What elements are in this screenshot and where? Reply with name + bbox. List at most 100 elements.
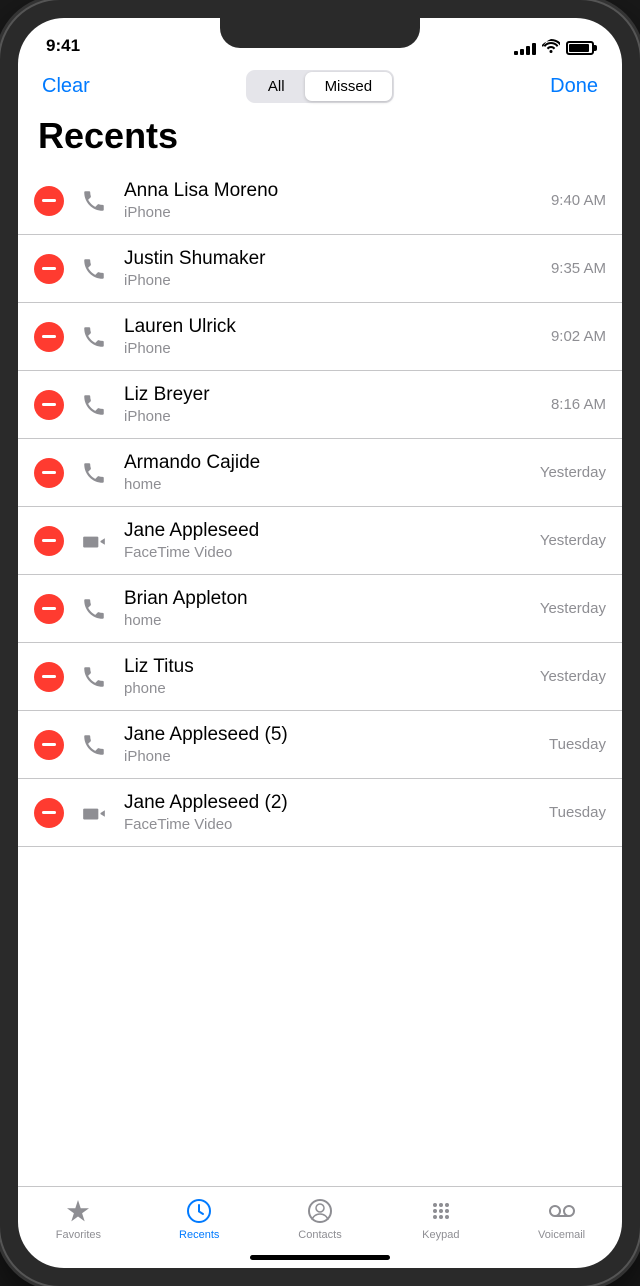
call-time: Yesterday [540, 464, 606, 481]
status-time: 9:41 [46, 36, 80, 56]
tab-voicemail-label: Voicemail [538, 1229, 585, 1241]
delete-button[interactable] [34, 254, 64, 284]
phone-icon [76, 251, 112, 287]
call-name: Justin Shumaker [124, 248, 551, 271]
call-info: Armando Cajide home [124, 452, 540, 494]
phone-icon [76, 659, 112, 695]
call-item: Lauren Ulrick iPhone 9:02 AM [18, 303, 622, 371]
call-info: Liz Titus phone [124, 656, 540, 698]
call-type: phone [124, 680, 540, 697]
person-circle-icon [306, 1197, 334, 1225]
call-type: iPhone [124, 340, 551, 357]
voicemail-icon [548, 1197, 576, 1225]
call-name: Anna Lisa Moreno [124, 180, 551, 203]
nav-bar: Clear All Missed Done [18, 62, 622, 111]
phone-icon [76, 727, 112, 763]
star-icon [64, 1197, 92, 1225]
done-button[interactable]: Done [550, 75, 598, 98]
call-info: Liz Breyer iPhone [124, 384, 551, 426]
call-type: iPhone [124, 748, 549, 765]
tab-favorites-label: Favorites [56, 1229, 101, 1241]
notch [220, 18, 420, 48]
tab-recents[interactable]: Recents [139, 1197, 260, 1241]
call-time: Yesterday [540, 532, 606, 549]
phone-icon [76, 387, 112, 423]
call-type: FaceTime Video [124, 816, 549, 833]
call-type: iPhone [124, 408, 551, 425]
call-name: Brian Appleton [124, 588, 540, 611]
call-name: Lauren Ulrick [124, 316, 551, 339]
tab-favorites[interactable]: Favorites [18, 1197, 139, 1241]
delete-button[interactable] [34, 390, 64, 420]
tab-keypad[interactable]: Keypad [380, 1197, 501, 1241]
tab-contacts-label: Contacts [298, 1229, 341, 1241]
call-name: Jane Appleseed (5) [124, 724, 549, 747]
call-item: Jane Appleseed FaceTime Video Yesterday [18, 507, 622, 575]
call-info: Lauren Ulrick iPhone [124, 316, 551, 358]
phone-icon [76, 319, 112, 355]
delete-button[interactable] [34, 730, 64, 760]
call-name: Armando Cajide [124, 452, 540, 475]
phone-icon [76, 455, 112, 491]
call-item: Liz Titus phone Yesterday [18, 643, 622, 711]
status-icons [514, 39, 594, 56]
call-list: Anna Lisa Moreno iPhone 9:40 AM Justin S… [18, 167, 622, 847]
call-time: Yesterday [540, 600, 606, 617]
call-info: Anna Lisa Moreno iPhone [124, 180, 551, 222]
tab-contacts[interactable]: Contacts [260, 1197, 381, 1241]
delete-button[interactable] [34, 322, 64, 352]
call-info: Justin Shumaker iPhone [124, 248, 551, 290]
segment-missed[interactable]: Missed [305, 72, 393, 101]
call-item: Anna Lisa Moreno iPhone 9:40 AM [18, 167, 622, 235]
call-item: Brian Appleton home Yesterday [18, 575, 622, 643]
clock-icon [185, 1197, 213, 1225]
delete-button[interactable] [34, 458, 64, 488]
clear-button[interactable]: Clear [42, 75, 90, 98]
tab-voicemail[interactable]: Voicemail [501, 1197, 622, 1241]
phone-icon [76, 591, 112, 627]
signal-bar-3 [526, 46, 530, 55]
call-info: Jane Appleseed (5) iPhone [124, 724, 549, 766]
battery-fill [569, 44, 589, 52]
signal-bars-icon [514, 41, 536, 55]
call-time: Tuesday [549, 804, 606, 821]
facetime-icon [76, 523, 112, 559]
tab-recents-label: Recents [179, 1229, 219, 1241]
signal-bar-2 [520, 49, 524, 55]
call-info: Brian Appleton home [124, 588, 540, 630]
call-time: 9:02 AM [551, 328, 606, 345]
call-time: 8:16 AM [551, 396, 606, 413]
call-time: Tuesday [549, 736, 606, 753]
delete-button[interactable] [34, 526, 64, 556]
call-type: home [124, 612, 540, 629]
battery-icon [566, 41, 594, 55]
grid-icon [427, 1197, 455, 1225]
call-type: home [124, 476, 540, 493]
call-time: Yesterday [540, 668, 606, 685]
delete-button[interactable] [34, 186, 64, 216]
tab-keypad-label: Keypad [422, 1229, 459, 1241]
call-type: iPhone [124, 272, 551, 289]
call-item: Jane Appleseed (2) FaceTime Video Tuesda… [18, 779, 622, 847]
page-title: Recents [18, 111, 622, 167]
call-info: Jane Appleseed (2) FaceTime Video [124, 792, 549, 834]
phone-icon [76, 183, 112, 219]
call-time: 9:40 AM [551, 192, 606, 209]
delete-button[interactable] [34, 798, 64, 828]
call-item: Justin Shumaker iPhone 9:35 AM [18, 235, 622, 303]
call-time: 9:35 AM [551, 260, 606, 277]
content: Recents Anna Lisa Moreno iPhone 9:40 AM [18, 111, 622, 1186]
call-name: Jane Appleseed [124, 520, 540, 543]
segment-control: All Missed [246, 70, 394, 103]
call-item: Jane Appleseed (5) iPhone Tuesday [18, 711, 622, 779]
phone-screen: 9:41 Clear [18, 18, 622, 1268]
delete-button[interactable] [34, 662, 64, 692]
signal-bar-4 [532, 43, 536, 55]
call-type: iPhone [124, 204, 551, 221]
home-indicator [250, 1255, 390, 1260]
call-name: Liz Titus [124, 656, 540, 679]
signal-bar-1 [514, 51, 518, 55]
segment-all[interactable]: All [248, 72, 305, 101]
phone-frame: 9:41 Clear [0, 0, 640, 1286]
delete-button[interactable] [34, 594, 64, 624]
